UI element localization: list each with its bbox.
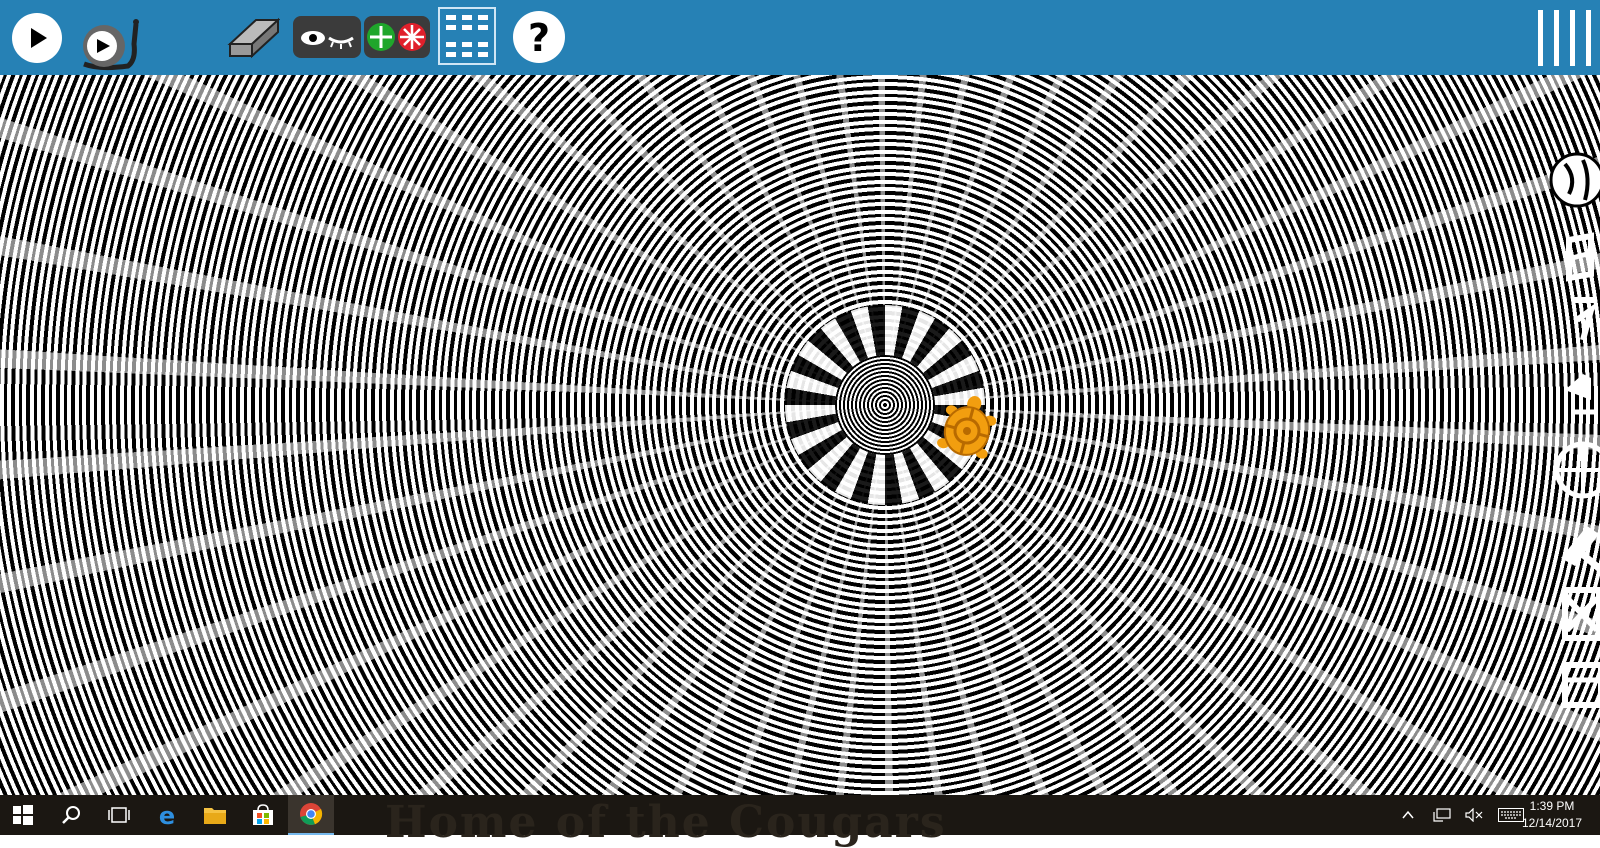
media-icon[interactable] [1561, 526, 1600, 573]
clock-time: 1:39 PM [1529, 799, 1575, 813]
play-icon [12, 13, 62, 63]
question-icon: ? [513, 11, 565, 63]
help-button[interactable]: ? [512, 10, 566, 64]
box-icon[interactable] [1562, 662, 1600, 708]
taskbar-clock[interactable]: 1:39 PM 12/14/2017 [1512, 798, 1592, 832]
windows-start-icon [13, 805, 33, 825]
windows-taskbar: Home of the Cougars e 1:39 PM 12/14/2017 [0, 795, 1600, 848]
svg-text:?: ? [528, 16, 550, 60]
run-button[interactable] [11, 12, 63, 64]
sensor-icon[interactable] [1554, 441, 1600, 499]
block-palette [1525, 150, 1600, 750]
network-button[interactable] [1430, 795, 1454, 835]
chrome-icon [300, 803, 323, 825]
edge-icon: e [159, 803, 175, 827]
eye-icon [293, 16, 361, 58]
store-button[interactable] [240, 795, 286, 835]
taskbar-background-text: Home of the Cougars [385, 797, 947, 848]
globe-icon[interactable] [1549, 152, 1600, 208]
run-slow-button[interactable] [80, 14, 140, 72]
flow-icon[interactable] [1565, 374, 1595, 415]
chevron-up-icon [1402, 810, 1414, 819]
hamburger-icon [1538, 10, 1591, 66]
file-explorer-button[interactable] [192, 795, 238, 835]
pen-icon[interactable] [1564, 232, 1594, 282]
chrome-button[interactable] [288, 795, 334, 835]
file-explorer-icon [204, 808, 226, 824]
search-button[interactable] [48, 795, 94, 835]
snail-icon [83, 19, 139, 71]
task-view-button[interactable] [96, 795, 142, 835]
main-menu-button[interactable] [1536, 8, 1592, 68]
store-icon [253, 804, 273, 825]
expand-collapse-icon [364, 16, 430, 58]
grid-button[interactable] [438, 7, 496, 65]
start-button[interactable] [0, 795, 46, 835]
search-icon [62, 806, 80, 824]
clock-date: 12/14/2017 [1521, 816, 1583, 830]
volume-muted-icon [1465, 808, 1483, 822]
volume-button[interactable] [1462, 795, 1486, 835]
clear-button[interactable] [226, 16, 281, 60]
toolbar: ? [0, 0, 1600, 75]
spiral-core [835, 355, 935, 455]
hide-blocks-button[interactable] [293, 14, 363, 60]
collapse-expand-button[interactable] [364, 14, 432, 60]
eraser-icon [227, 17, 281, 59]
grid-icon [438, 7, 496, 65]
network-icon [1433, 808, 1451, 822]
svg-text:e: e [159, 803, 175, 827]
extras-icon[interactable] [1562, 587, 1600, 641]
tray-overflow-button[interactable] [1396, 795, 1420, 835]
task-view-icon [108, 807, 130, 823]
edge-button[interactable]: e [144, 795, 190, 835]
turtle-canvas[interactable] [0, 75, 1600, 795]
number-icon[interactable] [1573, 297, 1597, 341]
turtle-icon[interactable] [935, 395, 999, 467]
